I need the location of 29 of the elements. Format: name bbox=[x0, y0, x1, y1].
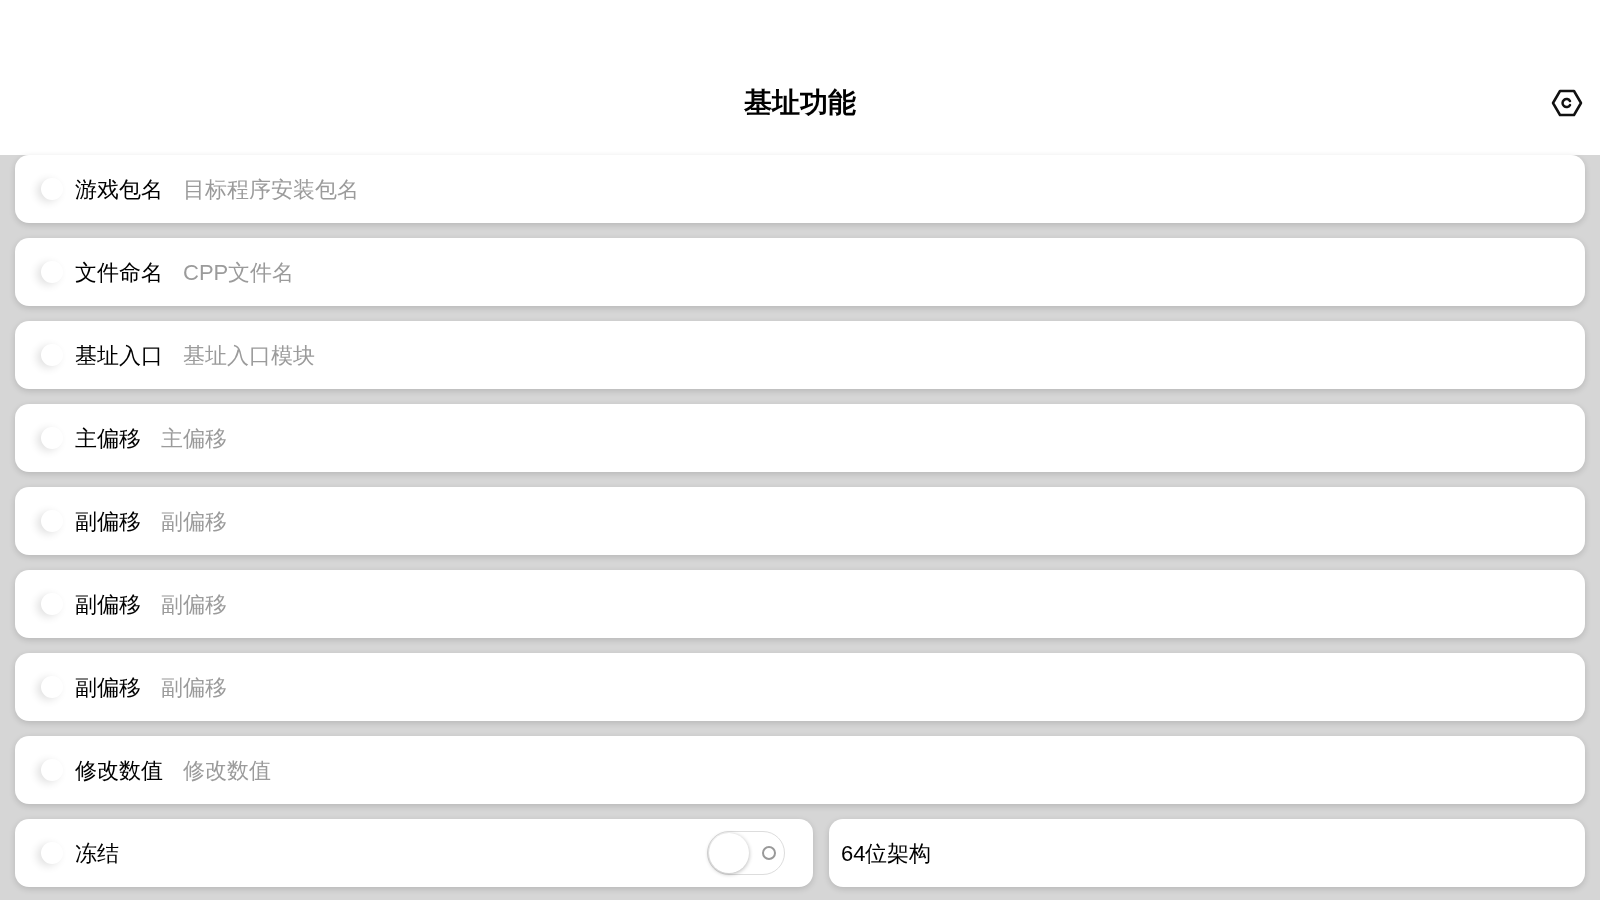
input-row[interactable]: 文件命名 CPP文件名 bbox=[15, 238, 1585, 306]
field-label: 副偏移 bbox=[75, 507, 141, 536]
input-field[interactable]: 修改数值 bbox=[183, 753, 1565, 787]
input-row[interactable]: 副偏移 副偏移 bbox=[15, 487, 1585, 555]
field-label: 文件命名 bbox=[75, 258, 163, 287]
input-field[interactable]: 副偏移 bbox=[161, 670, 1565, 704]
field-label: 副偏移 bbox=[75, 673, 141, 702]
toggle-switch[interactable] bbox=[707, 831, 785, 875]
input-field[interactable]: 主偏移 bbox=[161, 421, 1565, 455]
input-row[interactable]: 副偏移 副偏移 bbox=[15, 653, 1585, 721]
input-field[interactable]: 目标程序安装包名 bbox=[183, 172, 1565, 206]
input-field[interactable]: 副偏移 bbox=[161, 504, 1565, 538]
field-label: 游戏包名 bbox=[75, 175, 163, 204]
freeze-label: 冻结 bbox=[75, 839, 120, 868]
settings-icon bbox=[1551, 88, 1583, 118]
field-label: 副偏移 bbox=[75, 590, 141, 619]
arch-label: 64位架构 bbox=[841, 839, 932, 868]
input-row[interactable]: 游戏包名 目标程序安装包名 bbox=[15, 155, 1585, 223]
input-row[interactable]: 主偏移 主偏移 bbox=[15, 404, 1585, 472]
input-field[interactable]: 副偏移 bbox=[161, 587, 1565, 621]
field-label: 主偏移 bbox=[75, 424, 141, 453]
input-field[interactable]: 基址入口模块 bbox=[183, 338, 1565, 372]
input-field[interactable]: CPP文件名 bbox=[183, 255, 1565, 289]
input-row[interactable]: 副偏移 副偏移 bbox=[15, 570, 1585, 638]
input-row[interactable]: 基址入口 基址入口模块 bbox=[15, 321, 1585, 389]
field-label: 修改数值 bbox=[75, 756, 163, 785]
page-title: 基址功能 bbox=[744, 85, 856, 120]
input-row[interactable]: 修改数值 修改数值 bbox=[15, 736, 1585, 804]
field-label: 基址入口 bbox=[75, 341, 163, 370]
